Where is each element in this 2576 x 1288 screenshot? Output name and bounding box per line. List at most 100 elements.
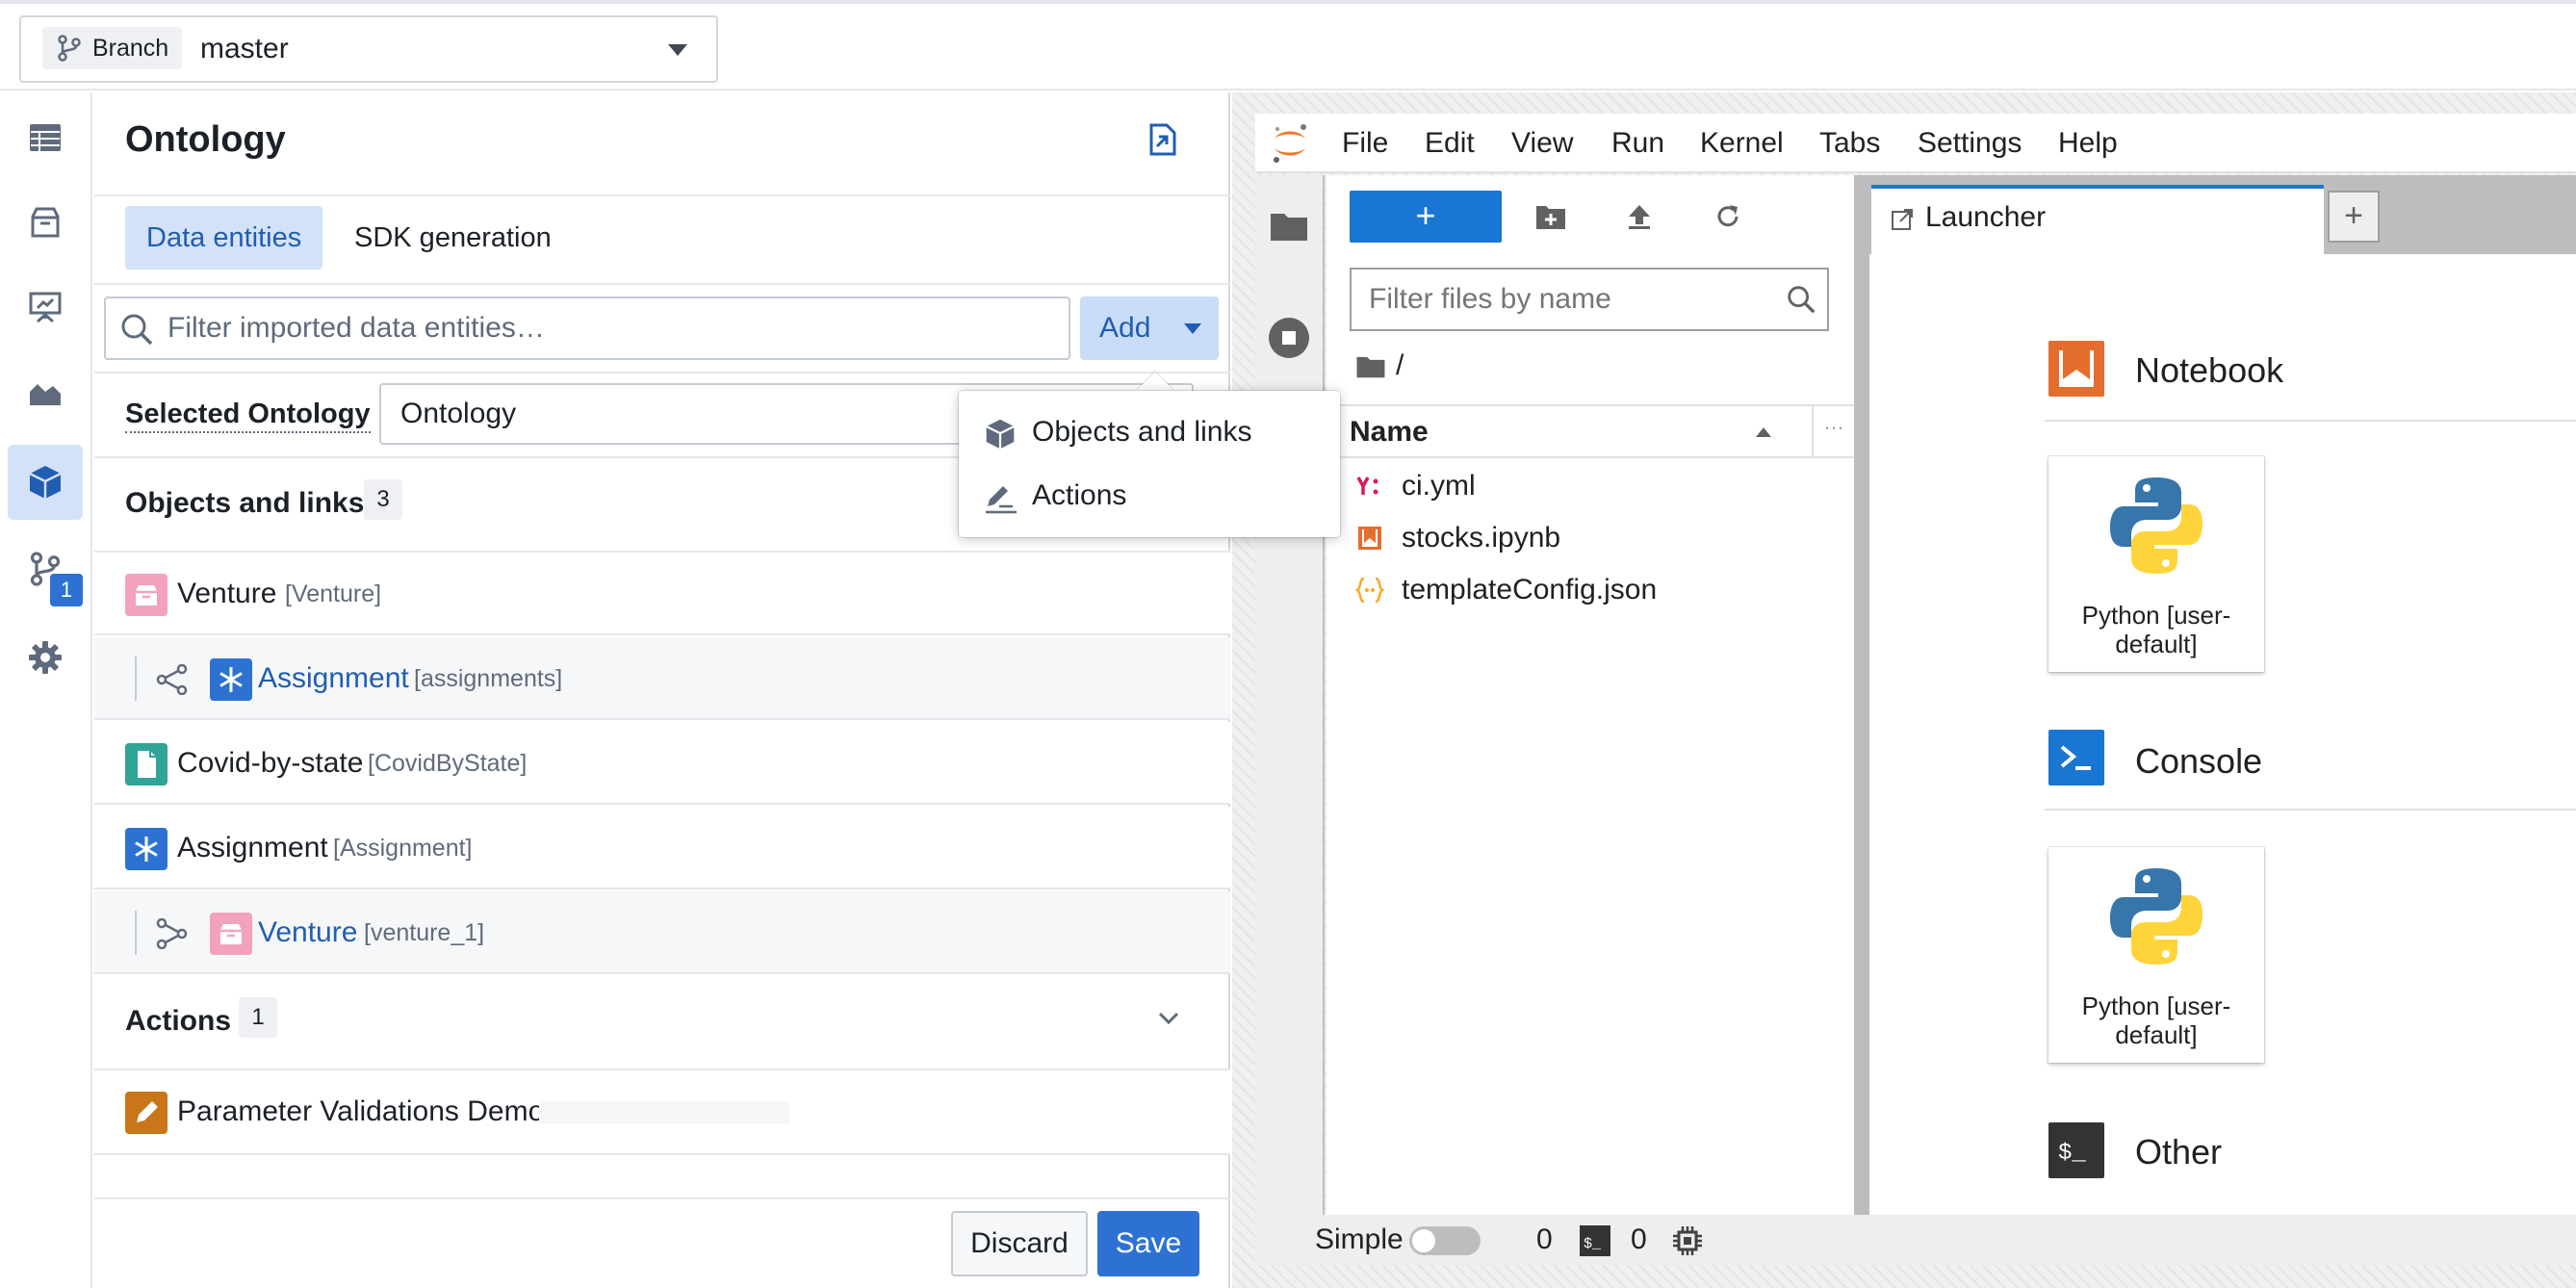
rail-chart-button[interactable]	[8, 354, 83, 429]
object-row-venture[interactable]: Venture [Venture]	[94, 553, 1230, 635]
save-button[interactable]: Save	[1097, 1211, 1199, 1276]
chevron-down-icon[interactable]	[1157, 1011, 1180, 1026]
console-section-title: Console	[2135, 741, 2263, 781]
notebook-python-card[interactable]: Python [user- default]	[2048, 456, 2264, 672]
notebook-section-title: Notebook	[2135, 350, 2284, 390]
console-section-icon	[2048, 730, 2104, 786]
menu-file[interactable]: File	[1342, 114, 1388, 173]
object-name: Venture	[177, 578, 277, 609]
git-branch-icon	[58, 35, 81, 62]
discard-button[interactable]: Discard	[951, 1211, 1088, 1276]
menu-help[interactable]: Help	[2058, 114, 2118, 173]
indent-bar	[135, 911, 137, 955]
menu-run[interactable]: Run	[1611, 114, 1664, 173]
actions-section-title: Actions	[125, 1005, 232, 1037]
rail-settings-button[interactable]	[8, 620, 83, 695]
refresh-icon[interactable]	[1713, 202, 1742, 231]
rail-ontology-button[interactable]	[8, 445, 83, 520]
menu-item-objects-and-links[interactable]: Objects and links	[959, 400, 1340, 464]
menu-item-label: Objects and links	[1032, 416, 1252, 448]
menu-tabs[interactable]: Tabs	[1819, 114, 1880, 173]
edit-action-icon	[986, 486, 1017, 514]
folder-icon[interactable]	[1269, 208, 1309, 243]
search-icon	[121, 314, 153, 346]
object-name: Covid-by-state	[177, 747, 364, 779]
jupyter-tab-bar: Launcher +	[1869, 175, 2576, 254]
caret-down-icon	[668, 44, 687, 56]
left-rail: 1	[0, 92, 92, 1288]
object-api-name: [CovidByState]	[368, 750, 528, 777]
menu-settings[interactable]: Settings	[1918, 114, 2022, 173]
tab-sdk-generation[interactable]: SDK generation	[354, 206, 552, 270]
action-row[interactable]: Parameter Validations Demo	[94, 1070, 1230, 1155]
menu-item-label: Actions	[1032, 479, 1127, 511]
add-dropdown-menu: Objects and links Actions	[959, 391, 1340, 537]
new-launcher-button[interactable]: +	[1350, 191, 1502, 243]
terminal-count: 0	[1631, 1224, 1647, 1255]
presentation-icon	[29, 292, 62, 323]
file-name: stocks.ipynb	[1402, 522, 1561, 554]
link-target-name[interactable]: Venture	[258, 891, 357, 974]
upload-icon[interactable]	[1625, 202, 1654, 231]
menu-edit[interactable]: Edit	[1425, 114, 1475, 173]
add-button[interactable]: Add	[1080, 296, 1219, 360]
branch-selector[interactable]: Branch master	[19, 15, 718, 83]
export-button[interactable]	[1146, 121, 1180, 163]
object-name: Assignment	[177, 832, 328, 863]
rail-objects-button[interactable]	[8, 185, 83, 260]
selected-ontology-label: Selected Ontology	[125, 397, 371, 433]
branch-value: master	[200, 33, 289, 64]
action-edit-icon	[125, 1092, 167, 1134]
file-row[interactable]: ci.yml	[1327, 460, 1854, 512]
menu-view[interactable]: View	[1511, 114, 1573, 173]
objects-section-title: Objects and links	[125, 487, 365, 519]
simple-mode-toggle[interactable]	[1409, 1226, 1481, 1255]
link-row-venture[interactable]: Venture [venture_1]	[94, 891, 1230, 974]
rail-datasets-button[interactable]	[8, 100, 83, 175]
file-row[interactable]: templateConfig.json	[1327, 564, 1854, 616]
branch-tag: Branch	[42, 27, 183, 69]
search-icon	[1788, 286, 1816, 314]
link-target-name[interactable]: Assignment	[258, 637, 409, 720]
toggle-knob	[1412, 1229, 1435, 1252]
jupyter-logo-icon	[1274, 124, 1306, 163]
breadcrumb-path[interactable]: /	[1396, 347, 1404, 385]
yaml-icon	[1356, 477, 1378, 495]
menu-item-actions[interactable]: Actions	[959, 464, 1340, 528]
link-row-assignments[interactable]: Assignment [assignments]	[94, 637, 1230, 720]
entity-filter	[104, 296, 1070, 360]
actions-count-badge: 1	[239, 997, 277, 1038]
object-row-assignment[interactable]: Assignment [Assignment]	[94, 807, 1230, 889]
link-icon	[156, 664, 188, 695]
selected-ontology-value: Ontology	[400, 398, 517, 429]
divider	[94, 194, 1230, 196]
object-row-covid-by-state[interactable]: Covid-by-state [CovidByState]	[94, 722, 1230, 805]
menu-kernel[interactable]: Kernel	[1700, 114, 1784, 173]
branches-count-badge: 1	[50, 574, 83, 606]
panel-splitter[interactable]	[1854, 175, 1869, 1215]
console-python-card[interactable]: Python [user- default]	[2048, 847, 2264, 1063]
running-stop-icon[interactable]	[1267, 316, 1311, 360]
notebook-section-icon	[2048, 341, 2104, 397]
entity-filter-input[interactable]	[167, 306, 1053, 350]
indent-bar	[135, 657, 137, 701]
file-filter-input[interactable]	[1369, 277, 1783, 322]
file-row[interactable]: stocks.ipynb	[1327, 512, 1854, 564]
file-browser: + / Name … ci.yml stocks.ipynb templateC…	[1327, 175, 1854, 1215]
tab-launcher[interactable]: Launcher	[1871, 185, 2324, 254]
tab-launcher-label: Launcher	[1925, 201, 2047, 233]
divider	[94, 1198, 1230, 1199]
folder-icon[interactable]	[1355, 352, 1386, 379]
json-icon	[1355, 577, 1384, 604]
new-folder-icon[interactable]	[1534, 202, 1567, 231]
other-section-icon: $_	[2048, 1122, 2104, 1178]
divider	[94, 372, 1230, 374]
rail-presentation-button[interactable]	[8, 270, 83, 345]
object-blue-icon	[125, 828, 167, 870]
panel-title: Ontology	[125, 119, 286, 160]
launch-icon	[1892, 209, 1913, 230]
new-tab-button[interactable]: +	[2328, 191, 2380, 243]
tab-data-entities[interactable]: Data entities	[125, 206, 323, 270]
gear-icon	[29, 641, 62, 674]
column-name-header[interactable]: Name	[1350, 406, 1429, 458]
